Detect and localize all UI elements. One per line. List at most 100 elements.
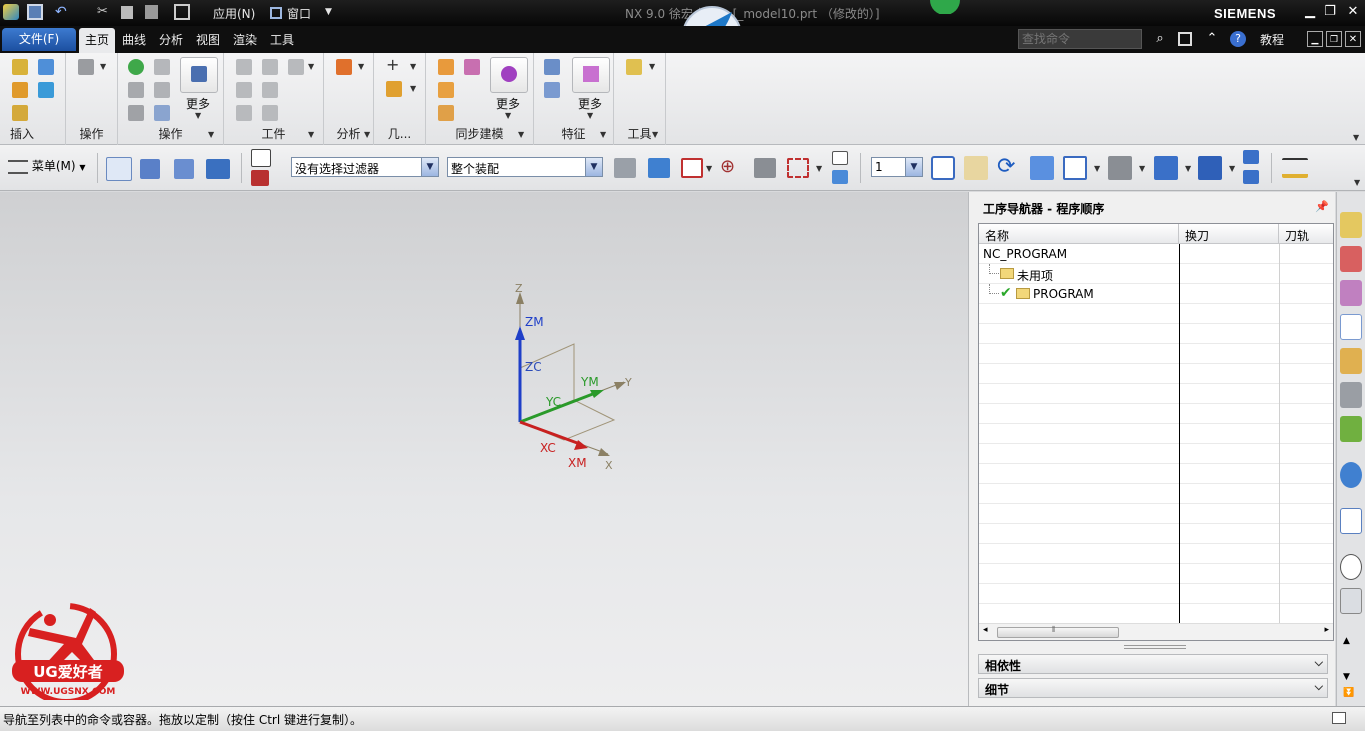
render-style-icon[interactable] [1108, 156, 1132, 180]
group-dropdown-icon[interactable]: ▼ [518, 130, 524, 139]
geometry-view-icon[interactable] [174, 159, 194, 179]
minimize-window-button[interactable]: ▁ [1300, 3, 1320, 21]
scroll-left-icon[interactable]: ◂ [983, 625, 988, 635]
group-dropdown-icon[interactable]: ▼ [208, 130, 214, 139]
dropdown-icon[interactable]: ▼ [100, 62, 106, 71]
move-face-icon[interactable] [438, 59, 454, 75]
dropdown-icon[interactable]: ▼ [587, 111, 593, 120]
dropdown-icon[interactable]: ▼ [410, 62, 416, 71]
reuse-library-icon[interactable] [1340, 416, 1362, 442]
tab-analysis[interactable]: 分析 [159, 31, 183, 48]
select-add-icon[interactable] [681, 158, 703, 178]
tab-home[interactable]: 主页 [79, 28, 115, 53]
column-header-tool-change[interactable]: 换刀 [1179, 224, 1279, 244]
horizontal-scrollbar[interactable]: ◂ ⦀ ▸ [979, 623, 1333, 640]
app-menu[interactable]: 应用(N) [213, 5, 255, 22]
constraint-navigator-icon[interactable] [1340, 246, 1362, 272]
column-header-name[interactable]: 名称 [979, 224, 1179, 244]
workpiece-icon-5[interactable] [262, 82, 278, 98]
window-layout-icon[interactable] [174, 4, 190, 20]
tutorial-link[interactable]: 教程 [1260, 31, 1284, 48]
create-method-icon[interactable] [38, 82, 54, 98]
csys-icon[interactable] [386, 81, 402, 97]
feature-icon-2[interactable] [544, 82, 560, 98]
cut-icon[interactable]: ✂ [97, 4, 113, 20]
measure-distance-icon[interactable] [1282, 158, 1308, 178]
shop-doc-icon[interactable] [154, 105, 170, 121]
program-order-view-icon[interactable] [106, 157, 132, 181]
selection-filter-select[interactable]: 没有选择过滤器 ▼ [291, 157, 439, 177]
dropdown-icon[interactable]: ▼ [1229, 164, 1235, 173]
more-sync-button[interactable] [490, 57, 528, 93]
dropdown-icon[interactable]: ▼ [308, 62, 314, 71]
dropdown-icon[interactable]: ▼ [195, 111, 201, 120]
create-program-icon[interactable] [12, 59, 28, 75]
postprocess-icon[interactable] [128, 105, 144, 121]
report-icon[interactable] [251, 149, 271, 167]
workpiece-icon-2[interactable] [262, 59, 278, 75]
dropdown-icon[interactable]: ▼ [505, 111, 511, 120]
operation-icon[interactable] [78, 59, 94, 75]
paste-icon[interactable] [145, 5, 158, 19]
operation-navigator-tab-icon[interactable] [1340, 314, 1362, 340]
workpiece-icon-1[interactable] [236, 59, 252, 75]
workpiece-icon-7[interactable] [262, 105, 278, 121]
doc-restore-button[interactable]: ❐ [1326, 31, 1342, 47]
pin-icon[interactable]: 📌 [1315, 200, 1329, 213]
help-icon[interactable]: ? [1230, 31, 1246, 47]
toolbar-options-icon[interactable]: ▼ [1354, 178, 1360, 187]
graphics-window[interactable]: Z ZM ZC YM Y YC XC XM X [0, 192, 968, 706]
rotate-icon[interactable]: ⟳ [997, 156, 1021, 180]
main-menu-button[interactable]: 菜单(M) ▼ [8, 157, 86, 177]
system-materials-icon[interactable] [1340, 588, 1362, 614]
scroll-down-icon[interactable]: ▼ [1343, 672, 1350, 682]
tools-icon[interactable] [626, 59, 642, 75]
pull-face-icon[interactable] [464, 59, 480, 75]
machine-tool-navigator-icon[interactable] [1340, 348, 1362, 374]
method-view-icon[interactable] [206, 159, 230, 179]
wcs-icon[interactable] [1243, 150, 1259, 164]
assembly-scope-select[interactable]: 整个装配 ▼ [447, 157, 603, 177]
doc-minimize-button[interactable]: ▁ [1307, 31, 1323, 47]
analysis-icon[interactable] [336, 59, 352, 75]
pan-icon[interactable] [1030, 156, 1054, 180]
show-hide-icon[interactable] [832, 151, 848, 165]
dropdown-icon[interactable]: ▼ [649, 62, 655, 71]
fit-view-icon[interactable] [1063, 156, 1087, 180]
snap-point-icon[interactable]: ⊕ [720, 158, 742, 178]
offset-region-icon[interactable] [438, 82, 454, 98]
layer-select[interactable]: 1 ▼ [871, 157, 923, 177]
part-navigator-icon[interactable] [1340, 280, 1362, 306]
machine-tool-view-icon[interactable] [140, 159, 160, 179]
table-row[interactable]: NC_PROGRAM [979, 244, 1333, 264]
web-browser-icon[interactable] [1340, 462, 1362, 488]
machining-feature-navigator-icon[interactable] [1340, 382, 1362, 408]
undo-icon[interactable]: ↶ [55, 4, 71, 20]
more-feature-button[interactable] [572, 57, 610, 93]
workpiece-icon-3[interactable] [288, 59, 304, 75]
fullscreen-icon[interactable] [1178, 32, 1192, 46]
generate-toolpath-icon[interactable] [128, 59, 144, 75]
workpiece-icon-6[interactable] [236, 105, 252, 121]
wcs-orient-icon[interactable] [1243, 170, 1259, 184]
status-panel-icon[interactable] [1332, 712, 1346, 724]
history-palette-icon[interactable] [1340, 508, 1362, 534]
ribbon-options-icon[interactable]: ▼ [1353, 133, 1359, 142]
snap-line-icon[interactable] [754, 158, 776, 178]
group-dropdown-icon[interactable]: ▼ [600, 130, 606, 139]
restore-window-button[interactable]: ❐ [1320, 3, 1340, 21]
zoom-fit-icon[interactable] [931, 156, 955, 180]
table-row[interactable]: ✔ PROGRAM [979, 284, 1333, 304]
tab-tools[interactable]: 工具 [270, 31, 294, 48]
create-tool-icon[interactable] [38, 59, 54, 75]
group-dropdown-icon[interactable]: ▼ [652, 130, 658, 139]
search-icon[interactable]: ⌕ [1152, 31, 1168, 47]
orient-view-icon[interactable] [1154, 156, 1178, 180]
tab-view[interactable]: 视图 [196, 31, 220, 48]
snap-settings-icon[interactable] [614, 158, 636, 178]
rectangle-select-icon[interactable] [787, 158, 809, 178]
window-menu[interactable]: 窗口 [287, 5, 311, 22]
panel-resize-handle[interactable] [1124, 645, 1186, 649]
dropdown-icon[interactable]: ▼ [816, 164, 822, 173]
clock-history-icon[interactable] [1340, 554, 1362, 580]
